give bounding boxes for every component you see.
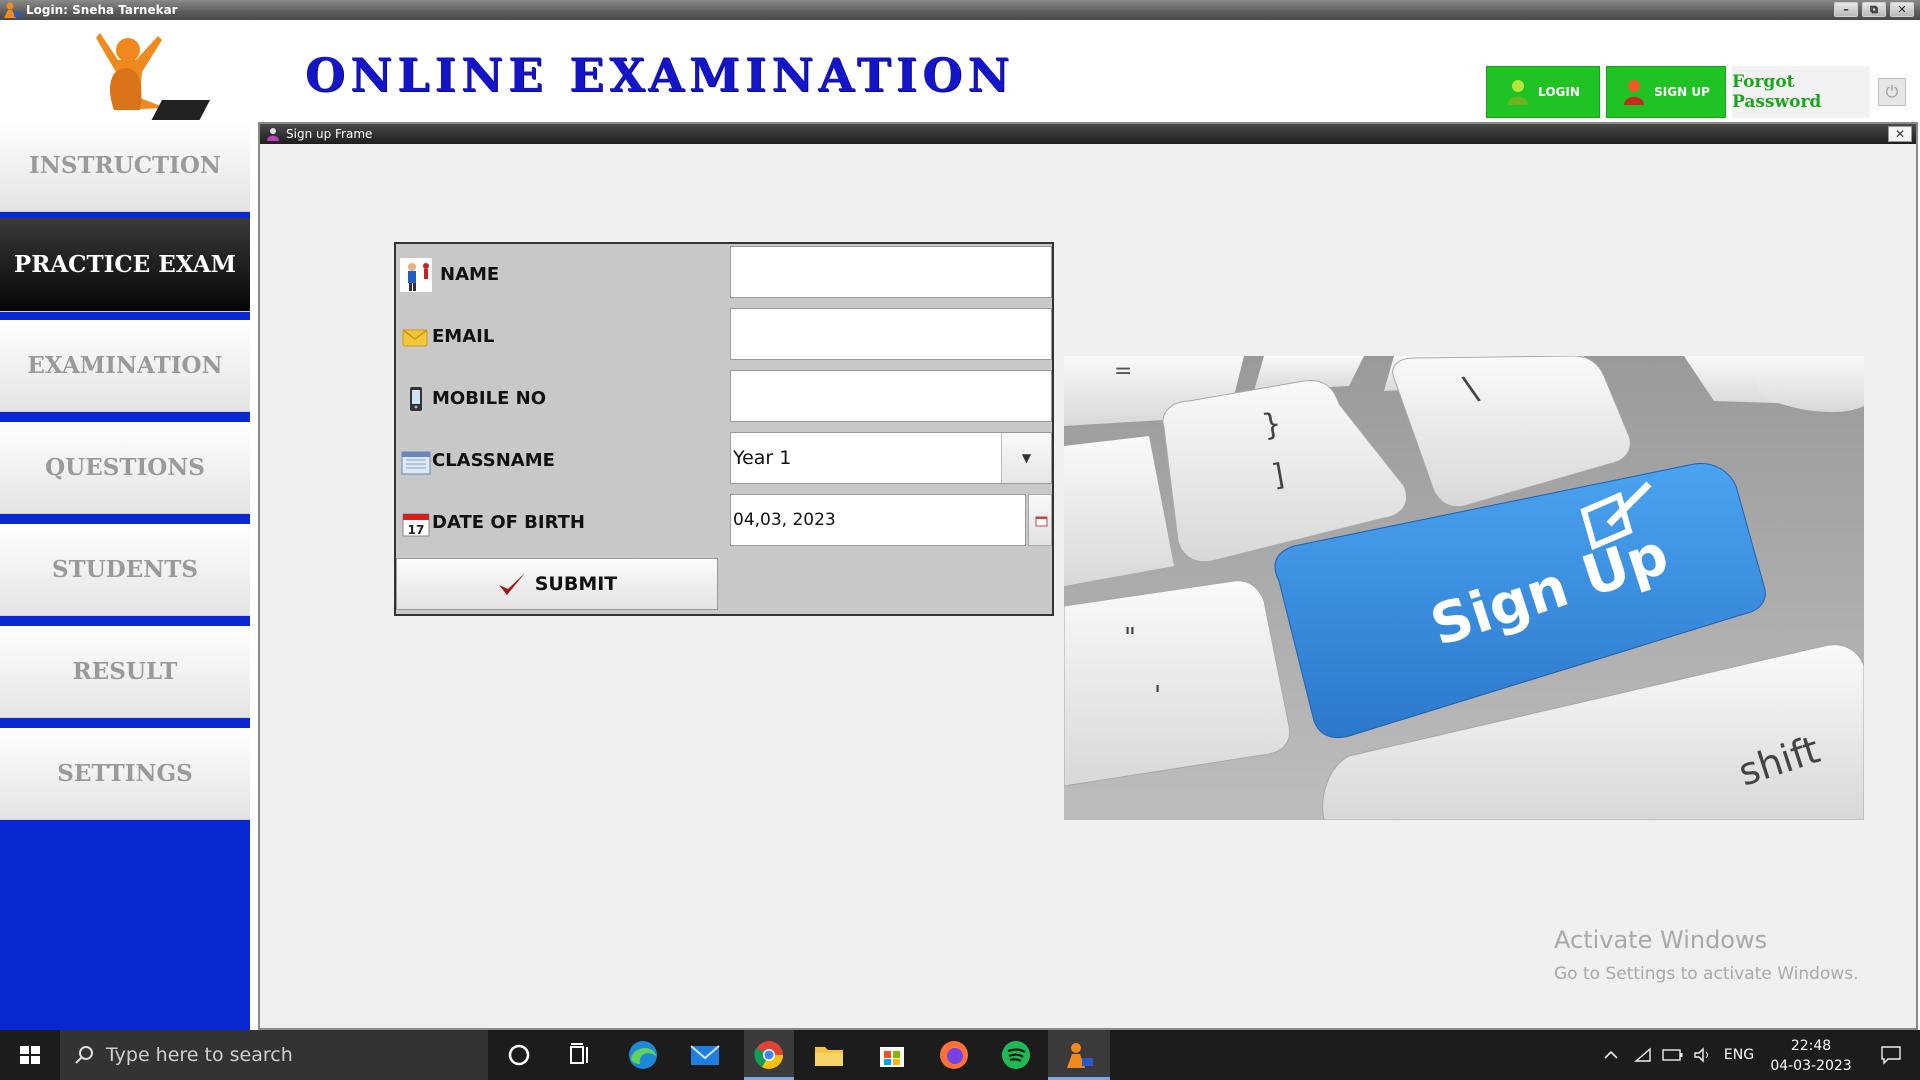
cortana-icon[interactable] (502, 1038, 536, 1072)
checkmark-icon (498, 573, 525, 595)
email-label: EMAIL (432, 326, 495, 347)
file-explorer-icon[interactable] (812, 1038, 846, 1072)
name-row: NAME (396, 246, 1052, 306)
frame-title: Sign up Frame (286, 127, 373, 141)
sidebar-item-result[interactable]: RESULT (0, 626, 250, 718)
sidebar-item-instruction[interactable]: INSTRUCTION (0, 120, 250, 212)
login-label: LOGIN (1538, 85, 1580, 99)
signup-label: SIGN UP (1654, 85, 1710, 99)
sidebar-item-students[interactable]: STUDENTS (0, 524, 250, 616)
clock-time: 22:48 (1790, 1038, 1832, 1054)
app-title: ONLINE EXAMINATION (305, 48, 1015, 102)
email-row: EMAIL (396, 308, 1052, 368)
mobile-label: MOBILE NO (432, 388, 547, 409)
name-label: NAME (440, 264, 500, 285)
calendar-icon: 17 (402, 513, 430, 537)
sidebar-item-examination[interactable]: EXAMINATION (0, 320, 250, 412)
signup-keyboard-image: = } ] \ " ' Sign Up shift (1064, 356, 1864, 820)
power-icon[interactable]: ⏻ (1878, 78, 1906, 106)
signup-button[interactable]: SIGN UP (1606, 66, 1726, 118)
submit-button[interactable]: SUBMIT (396, 558, 718, 610)
window-title: Login: Sneha Tarnekar (26, 3, 178, 17)
task-view-icon[interactable] (563, 1038, 597, 1072)
signup-form: NAME EMAIL MOBILE NO CLASSNAME Year 1 ▼ … (394, 242, 1054, 616)
window-titlebar: Login: Sneha Tarnekar – ⧉ ✕ (0, 0, 1920, 20)
mail-icon[interactable] (688, 1038, 722, 1072)
spotify-icon[interactable] (999, 1038, 1033, 1072)
taskbar: Type here to search ENG 22:48 04-03-2023 (0, 1030, 1920, 1080)
watermark-title: Activate Windows (1554, 926, 1768, 954)
clock-date: 04-03-2023 (1770, 1058, 1852, 1074)
notification-icon[interactable] (1866, 1030, 1916, 1080)
user-icon (1508, 80, 1529, 105)
classname-select[interactable]: Year 1 ▼ (730, 432, 1052, 484)
svg-text:": " (1124, 623, 1136, 653)
svg-text:17: 17 (408, 523, 425, 537)
person-icon (400, 258, 432, 292)
minimize-button[interactable]: – (1834, 2, 1858, 17)
frame-close-button[interactable]: ✕ (1888, 126, 1912, 142)
language-indicator[interactable]: ENG (1722, 1030, 1756, 1080)
user-icon (1624, 80, 1645, 105)
calendar-small-icon (1035, 516, 1048, 527)
frame-titlebar: Sign up Frame ✕ (260, 124, 1916, 144)
chevron-up-icon[interactable] (1598, 1030, 1624, 1080)
dob-label: DATE OF BIRTH (432, 512, 585, 533)
signup-frame: Sign up Frame ✕ NAME EMAIL MOBILE NO CLA… (258, 122, 1918, 1030)
close-button[interactable]: ✕ (1890, 2, 1914, 17)
search-icon (75, 1046, 93, 1064)
firefox-icon[interactable] (937, 1038, 971, 1072)
activate-windows-watermark: Activate Windows Go to Settings to activ… (1554, 926, 1859, 984)
frame-app-icon (267, 128, 279, 141)
sidebar-item-settings[interactable]: SETTINGS (0, 728, 250, 820)
calendar-grid-icon (401, 451, 431, 475)
store-icon[interactable] (875, 1038, 909, 1072)
email-input[interactable] (730, 308, 1052, 360)
dob-input[interactable]: 04,03, 2023 (730, 494, 1026, 546)
chevron-down-icon[interactable]: ▼ (1001, 433, 1051, 483)
chrome-icon[interactable] (752, 1038, 786, 1072)
sidebar-item-practice-exam[interactable]: PRACTICE EXAM (0, 218, 250, 312)
search-placeholder: Type here to search (106, 1044, 293, 1066)
app-user-icon (4, 2, 21, 18)
mobile-row: MOBILE NO (396, 370, 1052, 430)
submit-label: SUBMIT (534, 573, 618, 595)
classname-label: CLASSNAME (432, 450, 555, 471)
classname-value: Year 1 (733, 447, 792, 469)
volume-icon[interactable] (1690, 1030, 1716, 1080)
clock[interactable]: 22:48 04-03-2023 (1756, 1036, 1866, 1076)
exam-app-icon[interactable] (1062, 1038, 1096, 1072)
login-button[interactable]: LOGIN (1486, 66, 1600, 118)
svg-text:': ' (1154, 681, 1161, 711)
forgot-password-button[interactable]: Forgot Password (1732, 66, 1870, 118)
sidebar-item-questions[interactable]: QUESTIONS (0, 422, 250, 514)
email-icon (402, 329, 428, 347)
class-row: CLASSNAME Year 1 ▼ (396, 432, 1052, 492)
windows-start-icon[interactable] (0, 1030, 60, 1080)
edge-icon[interactable] (626, 1038, 660, 1072)
wifi-icon[interactable] (1630, 1030, 1656, 1080)
battery-icon[interactable] (1660, 1030, 1686, 1080)
watermark-subtitle: Go to Settings to activate Windows. (1554, 964, 1859, 984)
taskbar-search-input[interactable]: Type here to search (60, 1030, 488, 1080)
dob-value: 04,03, 2023 (733, 510, 836, 530)
maximize-button[interactable]: ⧉ (1862, 2, 1886, 17)
dob-row: 17 DATE OF BIRTH 04,03, 2023 (396, 494, 1052, 554)
mobile-input[interactable] (730, 370, 1052, 422)
date-picker-button[interactable] (1028, 494, 1052, 546)
mobile-phone-icon (410, 387, 422, 411)
name-input[interactable] (730, 246, 1052, 298)
svg-text:=: = (1114, 359, 1132, 384)
sidebar: INSTRUCTION PRACTICE EXAM EXAMINATION QU… (0, 120, 250, 1030)
exam-logo (96, 33, 210, 123)
